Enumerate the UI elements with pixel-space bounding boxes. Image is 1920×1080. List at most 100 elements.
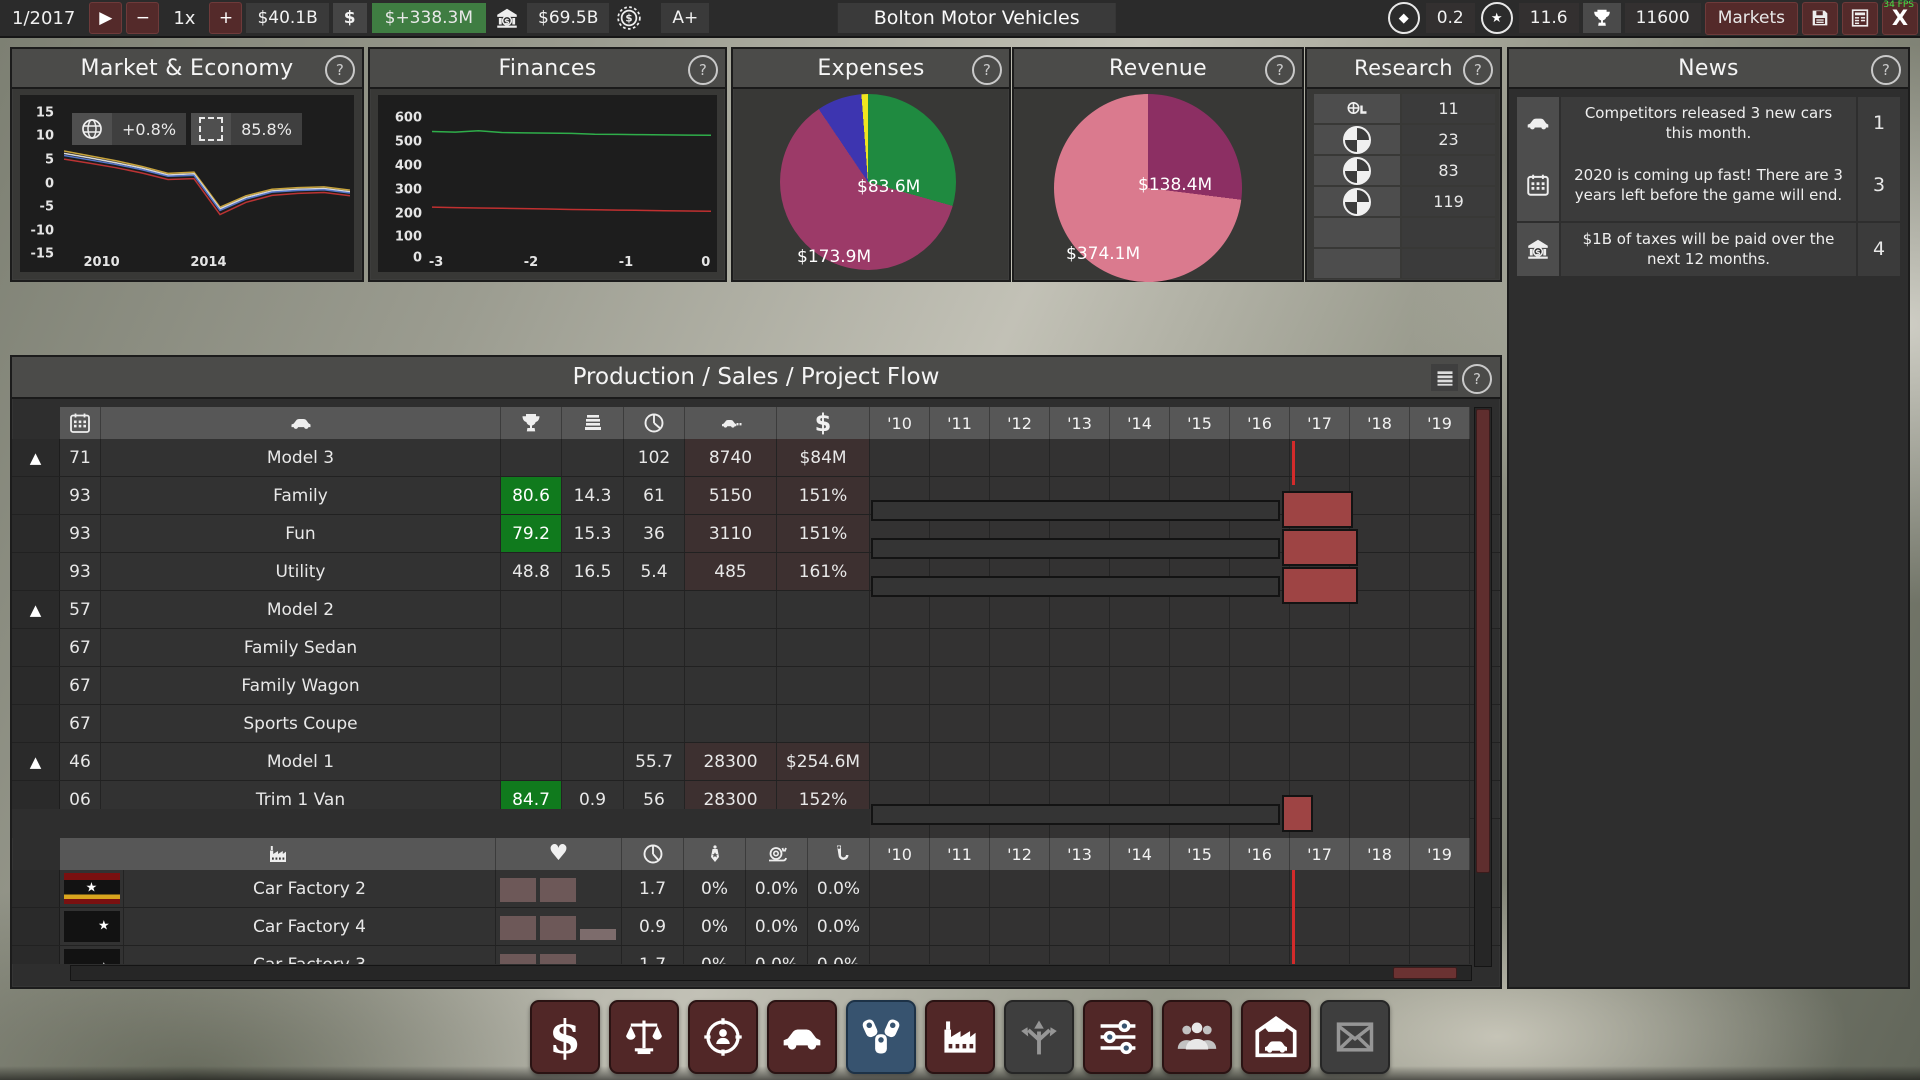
expand-arrow[interactable]	[12, 477, 60, 514]
product-name[interactable]: Utility	[101, 553, 501, 590]
research-value[interactable]: 119	[1402, 187, 1495, 216]
help-button[interactable]: ?	[325, 55, 355, 85]
research-value[interactable]: 83	[1402, 156, 1495, 185]
stack-icon[interactable]	[562, 407, 624, 439]
assembly-settings-button[interactable]	[1083, 1000, 1153, 1074]
play-button[interactable]: ▶	[89, 2, 122, 34]
help-button[interactable]: ?	[1462, 364, 1492, 394]
personnel-button[interactable]	[1162, 1000, 1232, 1074]
news-item[interactable]: 2020 is coming up fast! There are 3 year…	[1517, 149, 1900, 221]
help-button[interactable]: ?	[688, 55, 718, 85]
table-row[interactable]: 67 Family Sedan	[12, 629, 1500, 667]
table-row[interactable]: ★ Car Factory 2 1.7 0% 0.0% 0.0%	[12, 870, 1500, 908]
expand-arrow[interactable]	[12, 515, 60, 552]
factory-name[interactable]: Car Factory 3	[124, 946, 496, 964]
year-tick: '10	[870, 838, 930, 870]
speed-down-button[interactable]: −	[126, 2, 159, 34]
calendar-icon[interactable]	[60, 407, 101, 439]
car-icon[interactable]	[101, 407, 501, 439]
dollar-icon[interactable]: $	[777, 407, 870, 439]
horizontal-scrollbar-thumb[interactable]	[1393, 967, 1457, 979]
news-item[interactable]: Competitors released 3 new cars this mon…	[1517, 97, 1900, 147]
factory-icon[interactable]	[60, 838, 496, 870]
mail-button[interactable]	[1320, 1000, 1390, 1074]
table-row[interactable]: 93 Family 80.6 14.3 61 5150 151%	[12, 477, 1500, 515]
expand-arrow[interactable]: ▲	[12, 591, 60, 628]
product-name[interactable]: Family	[101, 477, 501, 514]
expand-arrow[interactable]	[12, 629, 60, 666]
help-button[interactable]: ?	[1463, 55, 1493, 85]
factories-button[interactable]	[925, 1000, 995, 1074]
distribution-button[interactable]	[1004, 1000, 1074, 1074]
table-row[interactable]: ▲ 71 Model 3 102 8740 $84M	[12, 439, 1500, 477]
horizontal-scrollbar[interactable]	[70, 965, 1472, 981]
pie-icon[interactable]	[624, 407, 685, 439]
prestige-value[interactable]: 0.2	[1426, 3, 1475, 33]
reports-button[interactable]	[1842, 2, 1878, 35]
finances-button[interactable]: $	[530, 1000, 600, 1074]
expand-arrow[interactable]	[12, 553, 60, 590]
factory-name[interactable]: Car Factory 2	[124, 870, 496, 907]
marketing-button[interactable]	[688, 1000, 758, 1074]
help-button[interactable]: ?	[1871, 55, 1901, 85]
table-row[interactable]: 67 Sports Coupe	[12, 705, 1500, 743]
expand-arrow[interactable]	[12, 946, 60, 964]
table-row[interactable]: ▲ 46 Model 1 55.7 28300 $254.6M	[12, 743, 1500, 781]
news-item[interactable]: $ $1B of taxes will be paid over the nex…	[1517, 223, 1900, 273]
research-value[interactable]: 11	[1402, 94, 1495, 123]
medal-icon[interactable]	[684, 838, 746, 870]
expand-arrow[interactable]: ▲	[12, 743, 60, 780]
star-rating-value[interactable]: 11.6	[1519, 3, 1579, 33]
heart-icon[interactable]: ♥	[496, 838, 622, 870]
y-tick: 500	[390, 134, 422, 149]
expand-arrow[interactable]	[12, 705, 60, 742]
expand-arrow[interactable]: ▲	[12, 439, 60, 476]
dealerships-button[interactable]	[1241, 1000, 1311, 1074]
help-button[interactable]: ?	[1265, 55, 1295, 85]
drivetrain-icon[interactable]	[1314, 156, 1400, 185]
product-name[interactable]: Model 3	[101, 439, 501, 476]
expand-arrow[interactable]	[12, 908, 60, 945]
government-button[interactable]	[609, 1000, 679, 1074]
research-value[interactable]: 23	[1402, 125, 1495, 154]
help-button[interactable]: ?	[972, 55, 1002, 85]
utilization-pie-icon[interactable]	[622, 838, 684, 870]
rating-cell	[501, 705, 562, 742]
speed-up-button[interactable]: +	[209, 2, 242, 34]
expand-arrow[interactable]	[12, 870, 60, 907]
capacity-bar	[500, 916, 536, 940]
scales-icon	[622, 1015, 666, 1059]
product-name[interactable]: Model 2	[101, 591, 501, 628]
product-name[interactable]: Family Wagon	[101, 667, 501, 704]
product-name[interactable]: Model 1	[101, 743, 501, 780]
trophy-icon[interactable]	[501, 407, 562, 439]
trophy-points[interactable]: 11600	[1625, 3, 1701, 33]
expand-arrow[interactable]	[12, 667, 60, 704]
skill-cell: 14.3	[562, 477, 624, 514]
hook-icon[interactable]	[808, 838, 870, 870]
units-produced-icon[interactable]	[685, 407, 777, 439]
view-toggle-button[interactable]	[1431, 364, 1458, 391]
vertical-scrollbar[interactable]	[1474, 407, 1492, 967]
table-row[interactable]: 67 Family Wagon	[12, 667, 1500, 705]
product-name[interactable]: Fun	[101, 515, 501, 552]
tax-amount[interactable]: $69.5B	[527, 3, 609, 33]
year-tick: '18	[1350, 838, 1410, 870]
save-button[interactable]	[1802, 2, 1838, 35]
table-row[interactable]: ★ Car Factory 3 1.7 0% 0.0% 0.0%	[12, 946, 1500, 964]
components-button[interactable]	[846, 1000, 916, 1074]
chassis-icon[interactable]	[1314, 94, 1400, 123]
snail-icon[interactable]	[746, 838, 808, 870]
product-name[interactable]: Sports Coupe	[101, 705, 501, 742]
product-name[interactable]: Family Sedan	[101, 629, 501, 666]
markets-button[interactable]: Markets	[1705, 2, 1798, 35]
drivetrain-icon[interactable]	[1314, 125, 1400, 154]
vertical-scrollbar-thumb[interactable]	[1476, 409, 1490, 873]
cash-flow[interactable]: $+338.3M	[372, 3, 486, 33]
table-row[interactable]: ★ Car Factory 4 0.9 0% 0.0% 0.0%	[12, 908, 1500, 946]
drivetrain-icon[interactable]	[1314, 187, 1400, 216]
factory-name[interactable]: Car Factory 4	[124, 908, 496, 945]
credit-rating[interactable]: A+	[661, 3, 709, 33]
cash-balance[interactable]: $40.1B	[246, 3, 328, 33]
vehicles-button[interactable]	[767, 1000, 837, 1074]
